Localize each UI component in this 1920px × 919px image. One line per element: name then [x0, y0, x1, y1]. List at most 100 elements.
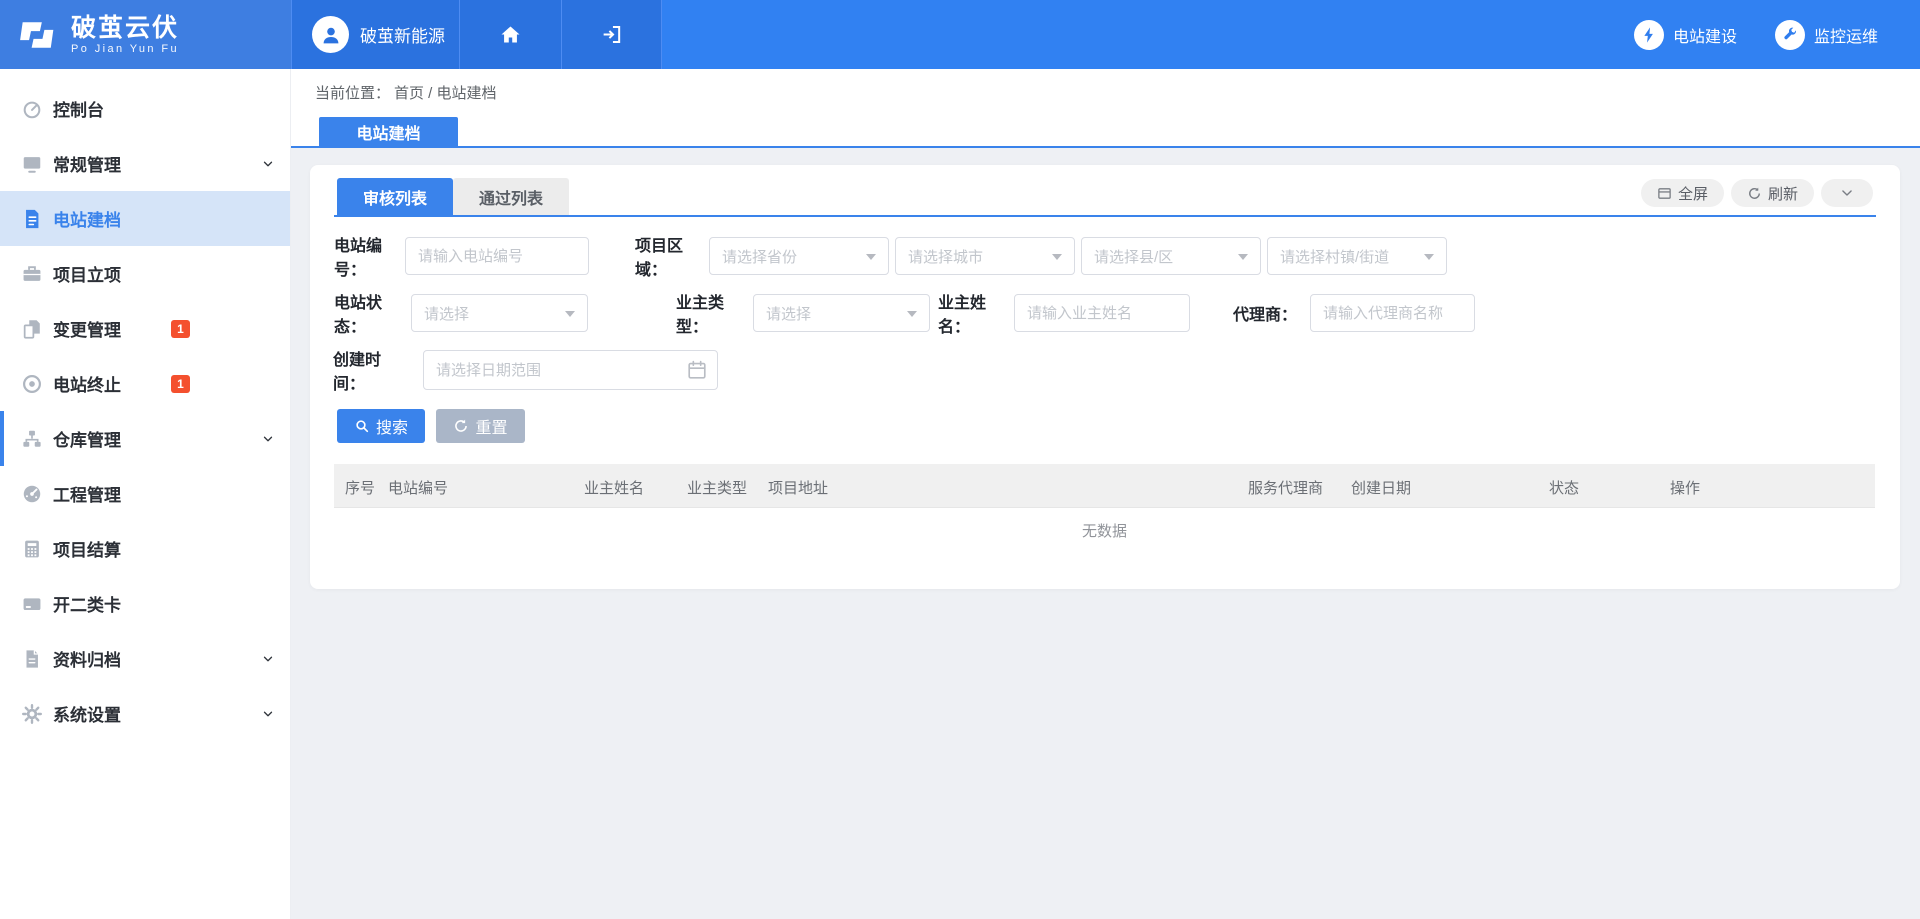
brand-title: 破茧云伏	[71, 15, 179, 42]
owner-name-input[interactable]	[1014, 294, 1190, 332]
sidebar-item-warehouse-mgmt[interactable]: 仓库管理	[0, 411, 290, 466]
sitemap-icon	[20, 427, 44, 451]
tab-passed-list[interactable]: 通过列表	[453, 178, 569, 215]
sidebar-item-dashboard[interactable]: 控制台	[0, 81, 290, 136]
owner-type-select[interactable]: 请选择	[753, 294, 930, 332]
document-icon	[20, 207, 44, 231]
sidebar-item-open-type2-card[interactable]: 开二类卡	[0, 576, 290, 631]
caret-down-icon	[907, 311, 917, 317]
city-select[interactable]: 请选择城市	[895, 237, 1075, 275]
tab-underline	[334, 215, 1876, 217]
col-created: 创建日期	[1351, 477, 1411, 498]
date-range-input[interactable]	[423, 350, 718, 390]
station-status-select[interactable]: 请选择	[411, 294, 588, 332]
col-owner-name: 业主姓名	[584, 477, 644, 498]
user-icon	[319, 23, 343, 47]
nav-monitor-ops[interactable]: 监控运维	[1775, 20, 1878, 50]
village-select[interactable]: 请选择村镇/街道	[1267, 237, 1447, 275]
refresh-button[interactable]: 刷新	[1731, 179, 1814, 207]
calculator-icon	[20, 537, 44, 561]
sidebar-item-change-mgmt[interactable]: 变更管理 1	[0, 301, 290, 356]
status-placeholder: 请选择	[424, 303, 469, 324]
sidebar-item-engineering-mgmt[interactable]: 工程管理	[0, 466, 290, 521]
breadcrumb-label: 当前位置：	[315, 85, 390, 102]
home-icon	[499, 23, 522, 46]
col-index: 序号	[345, 477, 375, 498]
collapse-toolbar-button[interactable]	[1821, 179, 1873, 207]
dashboard-icon	[20, 482, 44, 506]
brand-text: 破茧云伏 Po Jian Yun Fu	[71, 15, 179, 55]
caret-down-icon	[1238, 254, 1248, 260]
logout-button[interactable]	[561, 0, 662, 69]
gauge-icon	[20, 97, 44, 121]
nav-label: 监控运维	[1814, 23, 1878, 47]
sidebar-item-project-settlement[interactable]: 项目结算	[0, 521, 290, 576]
province-placeholder: 请选择省份	[722, 246, 797, 267]
sidebar-item-label: 控制台	[53, 96, 104, 121]
chevron-down-icon	[262, 653, 274, 665]
sidebar-item-label: 仓库管理	[53, 426, 121, 451]
col-status: 状态	[1549, 477, 1579, 498]
sidebar-item-system-settings[interactable]: 系统设置	[0, 686, 290, 741]
sidebar: 控制台 常规管理 电站建档 项目立项 变更管理 1	[0, 69, 291, 919]
county-placeholder: 请选择县/区	[1094, 246, 1173, 267]
sidebar-item-station-filing[interactable]: 电站建档	[0, 191, 290, 246]
province-select[interactable]: 请选择省份	[709, 237, 889, 275]
sidebar-item-label: 常规管理	[53, 151, 121, 176]
caret-down-icon	[565, 311, 575, 317]
station-no-input[interactable]	[405, 237, 589, 275]
chevron-down-icon	[1840, 186, 1854, 200]
enter-arrow-icon	[600, 23, 623, 46]
fullscreen-label: 全屏	[1678, 183, 1708, 204]
sidebar-item-label: 变更管理	[53, 316, 121, 341]
avatar	[312, 16, 349, 53]
content-card: 审核列表 通过列表 全屏 刷新 电站编号： 项目区	[310, 165, 1900, 589]
brand-subtitle: Po Jian Yun Fu	[71, 43, 179, 55]
search-icon	[354, 418, 370, 434]
sidebar-item-label: 资料归档	[53, 646, 121, 671]
page-topbar: 当前位置：首页 / 电站建档 电站建档	[291, 69, 1920, 148]
card-icon	[20, 592, 44, 616]
copy-pages-icon	[20, 317, 44, 341]
city-placeholder: 请选择城市	[908, 246, 983, 267]
sidebar-item-label: 开二类卡	[53, 591, 121, 616]
sidebar-item-data-archive[interactable]: 资料归档	[0, 631, 290, 686]
col-owner-type: 业主类型	[687, 477, 747, 498]
notification-badge: 1	[171, 375, 190, 393]
search-button[interactable]: 搜索	[337, 409, 425, 443]
file-icon	[20, 647, 44, 671]
tab-review-list[interactable]: 审核列表	[337, 178, 453, 215]
col-agent: 服务代理商	[1248, 477, 1323, 498]
sidebar-item-project-initiation[interactable]: 项目立项	[0, 246, 290, 301]
user-menu[interactable]: 破茧新能源	[291, 0, 459, 69]
home-button[interactable]	[459, 0, 561, 69]
caret-down-icon	[1424, 254, 1434, 260]
notification-badge: 1	[171, 320, 190, 338]
sidebar-item-label: 项目立项	[53, 261, 121, 286]
owner-type-placeholder: 请选择	[766, 303, 811, 324]
county-select[interactable]: 请选择县/区	[1081, 237, 1261, 275]
sidebar-item-label: 工程管理	[53, 481, 121, 506]
station-status-label: 电站状态：	[334, 294, 398, 332]
reset-button[interactable]: 重置	[436, 409, 525, 443]
target-icon	[20, 372, 44, 396]
chevron-down-icon	[262, 158, 274, 170]
caret-down-icon	[866, 254, 876, 260]
agent-input[interactable]	[1310, 294, 1475, 332]
brand-logo: 破茧云伏 Po Jian Yun Fu	[0, 0, 291, 69]
sidebar-item-label: 项目结算	[53, 536, 121, 561]
page-tab-station-filing[interactable]: 电站建档	[319, 117, 458, 146]
breadcrumb-path[interactable]: 首页 / 电站建档	[394, 85, 497, 102]
sidebar-item-label: 电站终止	[53, 371, 121, 396]
sidebar-item-general-mgmt[interactable]: 常规管理	[0, 136, 290, 191]
company-name: 破茧新能源	[360, 22, 445, 47]
breadcrumb: 当前位置：首页 / 电站建档	[315, 82, 501, 103]
card-toolbar: 全屏 刷新	[1641, 179, 1873, 207]
col-station-no: 电站编号	[388, 477, 448, 498]
nav-station-construction[interactable]: 电站建设	[1634, 20, 1737, 50]
fullscreen-button[interactable]: 全屏	[1641, 179, 1724, 207]
village-placeholder: 请选择村镇/街道	[1280, 246, 1389, 267]
sidebar-item-station-termination[interactable]: 电站终止 1	[0, 356, 290, 411]
top-header: 破茧云伏 Po Jian Yun Fu 破茧新能源	[0, 0, 1920, 69]
region-label: 项目区域：	[635, 237, 699, 275]
